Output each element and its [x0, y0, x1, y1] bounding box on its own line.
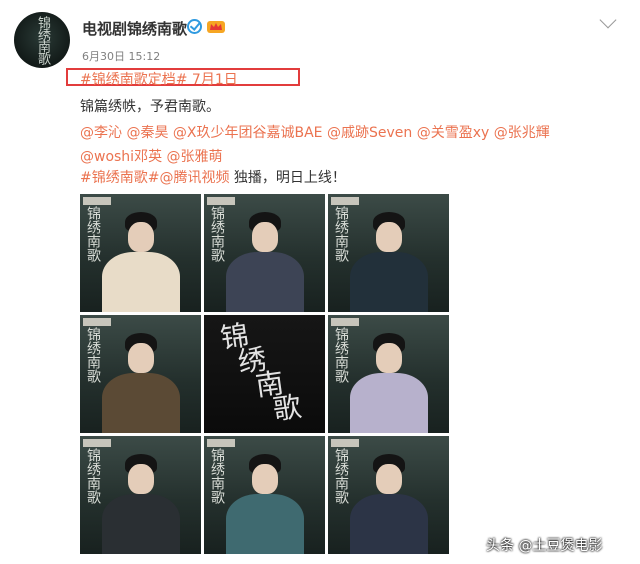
- poster-thumbnail[interactable]: 锦绣南歌: [80, 315, 201, 433]
- poster-thumbnail[interactable]: 锦绣南歌: [80, 194, 201, 312]
- source-watermark: 头条 @土豆煲电影: [486, 538, 603, 554]
- chevron-down-icon[interactable]: [599, 11, 617, 29]
- poster-title-mark: 锦绣南歌: [333, 206, 349, 262]
- title-poster-thumbnail[interactable]: 锦绣南歌: [204, 315, 325, 433]
- poster-title-mark: 锦绣南歌: [209, 206, 225, 262]
- mention-link[interactable]: @woshi邓英: [80, 149, 162, 165]
- poster-thumbnail[interactable]: 锦绣南歌: [328, 315, 449, 433]
- poster-thumbnail[interactable]: 锦绣南歌: [204, 436, 325, 554]
- mention-link[interactable]: @秦昊: [126, 125, 168, 141]
- mention-link[interactable]: @关雪盈xy: [417, 125, 490, 141]
- poster-thumbnail[interactable]: 锦绣南歌: [328, 194, 449, 312]
- mention-link[interactable]: @X玖少年团谷嘉诚BAE: [173, 125, 323, 141]
- account-name-link[interactable]: 电视剧锦绣南歌: [82, 18, 187, 39]
- poster-thumbnail[interactable]: 锦绣南歌: [80, 436, 201, 554]
- platform-line: #锦绣南歌#@腾讯视频 独播，明日上线！: [80, 167, 346, 187]
- platform-line-text: 独播，明日上线！: [229, 170, 346, 186]
- poster-title-mark: 锦绣南歌: [333, 448, 349, 504]
- mention-link[interactable]: @张兆輝: [494, 125, 550, 141]
- platform-mention-link[interactable]: @腾讯视频: [159, 170, 229, 186]
- topic-release-line[interactable]: #锦绣南歌定档# 7月1日: [80, 69, 238, 89]
- title-character: 歌: [270, 389, 304, 427]
- topic-tag-link[interactable]: #锦绣南歌#: [80, 170, 159, 186]
- poster-thumbnail[interactable]: 锦绣南歌: [204, 194, 325, 312]
- poster-title-mark: 锦绣南歌: [85, 327, 101, 383]
- avatar-logo-mark: 锦绣南歌: [35, 16, 50, 64]
- poster-title-mark: 锦绣南歌: [333, 327, 349, 383]
- verified-badge-icon: [187, 19, 202, 34]
- poster-title-mark: 锦绣南歌: [85, 448, 101, 504]
- mentions-line-1: @李沁 @秦昊 @X玖少年团谷嘉诚BAE @戚跡Seven @关雪盈xy @张兆…: [80, 122, 550, 142]
- mention-link[interactable]: @戚跡Seven: [327, 125, 412, 141]
- poster-thumbnail[interactable]: 锦绣南歌: [328, 436, 449, 554]
- title-calligraphy: 锦绣南歌: [219, 317, 304, 430]
- mention-link[interactable]: @张雅萌: [167, 149, 223, 165]
- poster-title-mark: 锦绣南歌: [209, 448, 225, 504]
- post-timestamp[interactable]: 6月30日 15:12: [82, 48, 160, 64]
- vip-crown-icon: [207, 21, 225, 33]
- poster-title-mark: 锦绣南歌: [85, 206, 101, 262]
- mentions-line-2: @woshi邓英 @张雅萌: [80, 146, 223, 166]
- mention-link[interactable]: @李沁: [80, 125, 122, 141]
- avatar[interactable]: 锦绣南歌: [14, 12, 70, 68]
- post-text-line: 锦篇绣帙，予君南歌。: [80, 99, 220, 115]
